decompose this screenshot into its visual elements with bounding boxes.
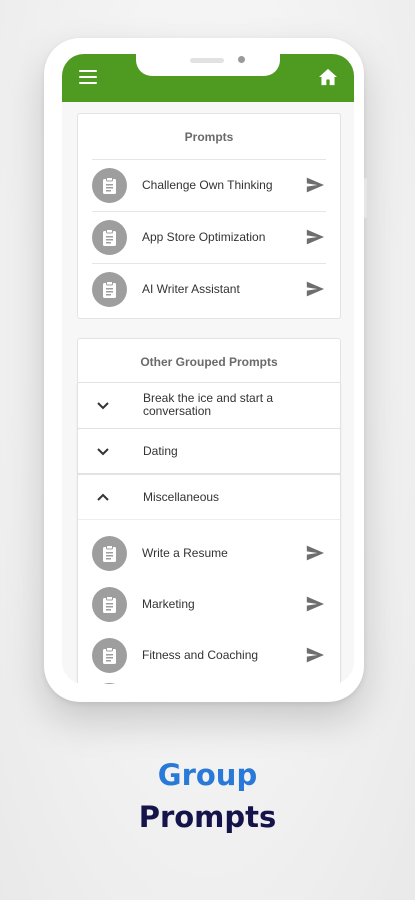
- accordion-group-label: Break the ice and start a conversation: [143, 391, 274, 418]
- accordion-group[interactable]: Break the ice and start a conversation: [77, 382, 341, 429]
- send-icon[interactable]: [305, 544, 325, 562]
- accordion-group-label: Miscellaneous: [143, 490, 220, 504]
- prompt-item-label: Fitness and Coaching: [142, 648, 259, 662]
- side-button: [364, 178, 367, 218]
- phone-mockup: Prompts Challenge Own Thinking App Store…: [44, 38, 367, 702]
- prompts-card: Prompts Challenge Own Thinking App Store…: [77, 113, 341, 319]
- prompt-item[interactable]: Marketing: [78, 578, 340, 630]
- send-icon[interactable]: [305, 646, 325, 664]
- speaker-icon: [190, 58, 224, 63]
- chevron-up-icon: [97, 493, 109, 501]
- prompt-item[interactable]: Challenge Own Thinking: [78, 159, 340, 211]
- grouped-prompts-title: Other Grouped Prompts: [140, 355, 278, 369]
- clipboard-icon: [92, 638, 127, 673]
- prompt-item[interactable]: App Store Optimization: [78, 211, 340, 263]
- prompt-item-label: Write a Resume: [142, 546, 228, 560]
- prompts-card-title: Prompts: [184, 130, 234, 144]
- prompt-item[interactable]: Fitness and Coaching: [78, 629, 340, 681]
- clipboard-icon: [92, 272, 127, 307]
- divider: [92, 211, 326, 212]
- prompt-item[interactable]: AI Writer Assistant: [78, 263, 340, 315]
- app-bar: [62, 54, 354, 102]
- clipboard-icon: [92, 587, 127, 622]
- accordion-header[interactable]: Miscellaneous: [78, 475, 340, 520]
- chevron-down-icon: [97, 402, 109, 410]
- send-icon[interactable]: [305, 176, 325, 194]
- clipboard-icon: [92, 168, 127, 203]
- prompt-item-label: Challenge Own Thinking: [142, 178, 273, 192]
- accordion-group[interactable]: Dating: [77, 428, 341, 474]
- camera-icon: [238, 56, 245, 63]
- home-icon[interactable]: [318, 68, 338, 86]
- prompt-item-label: AI Writer Assistant: [142, 282, 240, 296]
- promo-title-line1: Group: [157, 758, 258, 792]
- divider: [92, 159, 326, 160]
- phone-notch: [136, 54, 280, 76]
- clipboard-icon: [92, 220, 127, 255]
- phone-screen: Prompts Challenge Own Thinking App Store…: [62, 54, 354, 684]
- accordion-group-expanded: Miscellaneous Write a Resume Marketing F…: [77, 474, 341, 684]
- send-icon[interactable]: [305, 228, 325, 246]
- accordion-group-label: Dating: [143, 444, 178, 458]
- hamburger-menu-icon[interactable]: [79, 70, 97, 84]
- prompt-item[interactable]: Write a Resume: [78, 527, 340, 579]
- prompt-item-label: App Store Optimization: [142, 230, 266, 244]
- send-icon[interactable]: [305, 595, 325, 613]
- prompt-item-label: Marketing: [142, 597, 195, 611]
- chevron-down-icon: [97, 448, 109, 456]
- clipboard-icon: [92, 536, 127, 571]
- main-content: Prompts Challenge Own Thinking App Store…: [62, 102, 354, 684]
- send-icon[interactable]: [305, 280, 325, 298]
- promo-title-line2: Prompts: [138, 800, 277, 834]
- divider: [92, 263, 326, 264]
- partial-list-item-icon: [92, 683, 127, 684]
